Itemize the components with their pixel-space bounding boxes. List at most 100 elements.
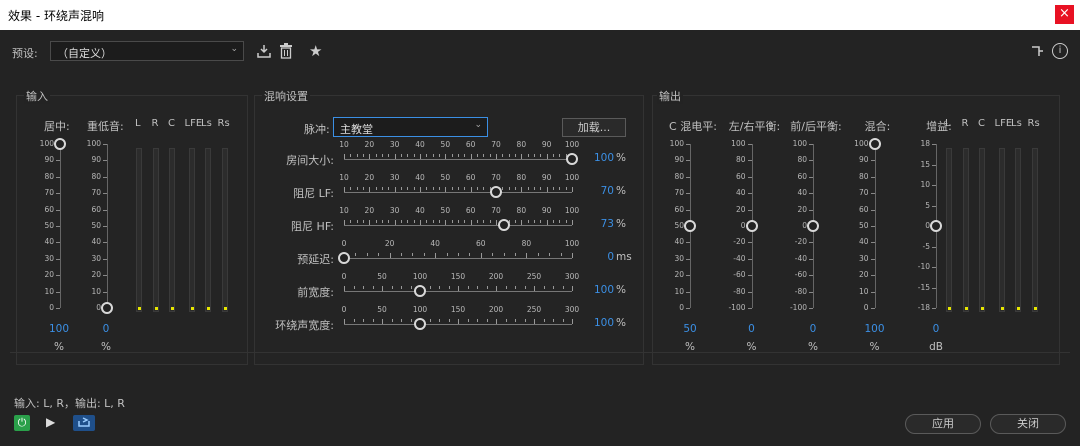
scale-tick-label: 70 (44, 188, 54, 198)
reverb-tick-mark (553, 187, 554, 190)
reverb-tick-mark (401, 154, 402, 157)
reverb-tick-mark (458, 220, 459, 223)
power-icon[interactable]: ⏻ (14, 415, 30, 431)
reverb-slider-knob[interactable] (413, 285, 426, 297)
reverb-tick-mark (378, 253, 380, 256)
center-label: 居中: (44, 120, 70, 133)
meter-label: Ls (1011, 118, 1022, 129)
reverb-slider-knob[interactable] (490, 186, 503, 198)
trash-icon[interactable] (279, 43, 293, 59)
lfe-label: 重低音: (87, 120, 124, 133)
reverb-tick-mark (429, 319, 431, 322)
save-preset-icon[interactable] (256, 44, 272, 58)
reverb-tick-mark (565, 187, 567, 190)
level-meter (188, 148, 195, 312)
reverb-tick-mark (423, 253, 425, 256)
reverb-slider-label: 阻尼 LF: (293, 187, 334, 200)
reverb-tick-mark (562, 319, 564, 322)
slider-knob[interactable] (930, 220, 942, 232)
output-meters: L R C LFE Ls Rs (945, 118, 1046, 318)
preset-dropdown[interactable]: （自定义） ⌄ (50, 41, 244, 61)
output-section-title: 输出 (657, 88, 683, 104)
apply-button[interactable]: 应用 (905, 414, 981, 434)
reverb-tick-label: 40 (415, 140, 425, 149)
meter-label: LFE (994, 118, 1013, 129)
reverb-tick-mark (527, 154, 529, 157)
reverb-tick-mark (477, 286, 478, 289)
meter-label: L (135, 118, 141, 129)
window-title: 效果 - 环绕声混响 (8, 9, 104, 23)
impulse-dropdown[interactable]: 主教堂 ⌄ (333, 117, 488, 137)
reverb-tick-label: 100 (564, 206, 580, 215)
reverb-slider-value[interactable]: 100 (584, 152, 614, 164)
reverb-slider-label: 前宽度: (297, 286, 334, 299)
load-button[interactable]: 加载... (562, 118, 626, 137)
reverb-tick-mark (363, 319, 364, 322)
reverb-slider-value[interactable]: 70 (584, 185, 614, 197)
reverb-tick-mark (524, 319, 526, 322)
reverb-tick-mark (356, 220, 358, 223)
output-slider-value[interactable]: 0 (921, 323, 951, 335)
reverb-slider-knob[interactable] (566, 153, 578, 165)
lfe-slider[interactable]: 100 90 80 70 60 50 40 30 20 10 0 (80, 138, 120, 314)
reverb-tick-mark (477, 154, 478, 157)
reverb-tick-mark (363, 154, 364, 157)
play-icon[interactable]: ▶ (46, 415, 55, 429)
lfe-value[interactable]: 0 (95, 323, 117, 335)
reverb-slider-value[interactable]: 100 (584, 284, 614, 296)
scale-tick-label: 18 (920, 139, 930, 148)
meter-peak-dot (207, 307, 210, 310)
scale-tick-label: 20 (91, 270, 101, 280)
reverb-tick-mark (407, 220, 409, 223)
routing-icon[interactable] (1030, 44, 1044, 58)
reverb-tick-mark (439, 154, 440, 157)
reverb-slider-value[interactable]: 100 (584, 317, 614, 329)
close-window-button[interactable]: × (1055, 5, 1074, 24)
reverb-tick-mark (469, 253, 471, 256)
info-icon[interactable]: i (1052, 43, 1068, 59)
output-slider[interactable]: 18 15 10 5 0 -5 -10 -15 -18 (652, 110, 942, 360)
reverb-slider-knob[interactable] (413, 318, 426, 330)
slider-knob[interactable] (54, 138, 66, 150)
reverb-tick-label: 10 (339, 173, 349, 182)
reverb-tick-label: 250 (526, 305, 542, 314)
reverb-tick-mark (413, 154, 415, 157)
reverb-tick-mark (572, 319, 573, 324)
level-meter (1015, 148, 1021, 312)
close-button[interactable]: 关闭 (990, 414, 1066, 434)
reverb-tick-mark (553, 154, 554, 157)
meter-peak-dot (1017, 307, 1020, 310)
reverb-tick-label: 100 (412, 305, 428, 314)
reverb-tick-mark (559, 220, 561, 223)
reverb-tick-mark (502, 154, 504, 157)
reverb-tick-mark (505, 286, 507, 289)
reverb-tick-label: 250 (526, 272, 542, 281)
center-value[interactable]: 100 (48, 323, 70, 335)
reverb-tick-label: 100 (564, 239, 580, 248)
star-icon[interactable]: ★ (309, 42, 322, 60)
reverb-slider-knob[interactable] (338, 252, 350, 264)
reverb-tick-mark (401, 253, 402, 256)
slider-track (107, 144, 108, 308)
scale-tick-label: 50 (44, 221, 54, 230)
output-sliders: C 混电平: 100 90 80 70 60 50 40 30 20 10 0 50% 左/右平衡: 100… (652, 110, 952, 360)
meter-label: C (978, 118, 985, 129)
level-meter (169, 148, 175, 312)
reverb-tick-mark (439, 286, 440, 289)
center-slider[interactable]: 100 90 80 70 60 50 40 30 20 10 0 (30, 138, 70, 314)
slider-knob[interactable] (101, 302, 113, 314)
meter-peak-dot (964, 307, 968, 310)
meter-label: R (961, 118, 969, 129)
reverb-tick-mark (486, 286, 488, 289)
scale-tick-mark (56, 308, 60, 309)
reverb-slider-knob[interactable] (497, 219, 510, 231)
reverb-tick-label: 50 (440, 140, 451, 149)
reverb-slider-value[interactable]: 73 (584, 218, 614, 230)
meter-label: LFE (184, 118, 203, 129)
reverb-tick-mark (363, 187, 364, 190)
loop-icon[interactable] (73, 415, 95, 431)
reverb-slider-value[interactable]: 0 (584, 251, 614, 263)
reverb-tick-mark (372, 286, 374, 289)
reverb-tick-mark (543, 286, 545, 289)
reverb-slider-unit: ms (616, 251, 632, 263)
